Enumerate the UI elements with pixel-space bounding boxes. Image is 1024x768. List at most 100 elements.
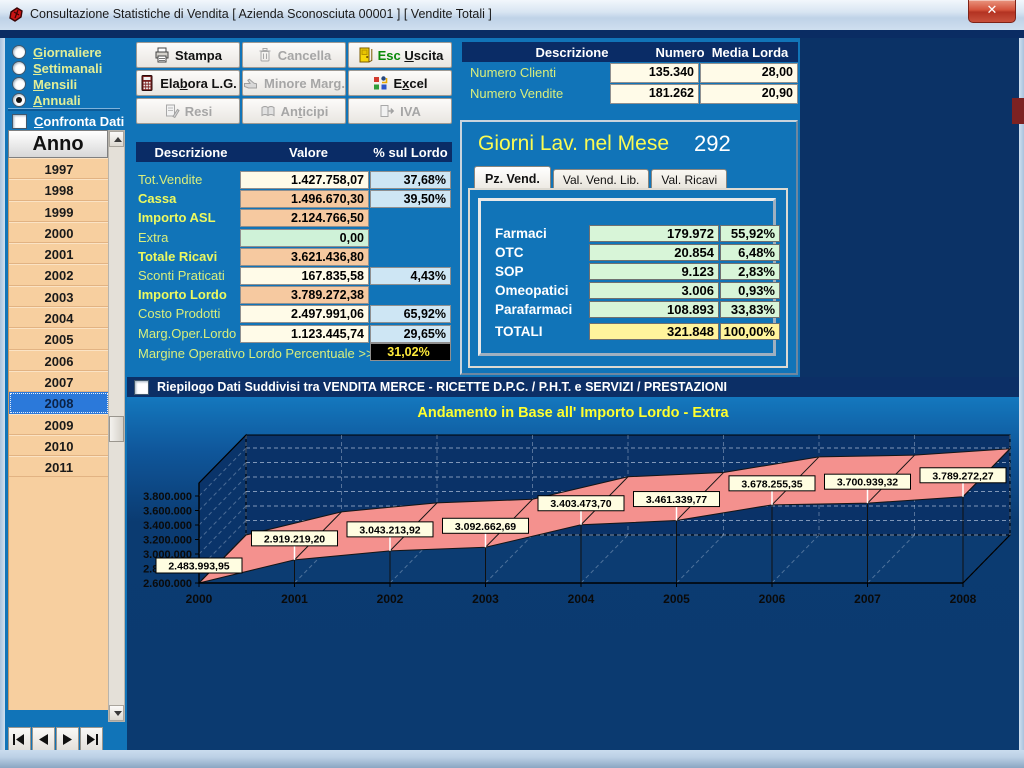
tab-pz-vend[interactable]: Pz. Vend. [474,166,551,189]
data-point-label: 2.919.219,20 [264,533,325,545]
radio-giornaliere[interactable] [12,45,26,59]
year-item-2001[interactable]: 2001 [9,243,109,264]
year-item-2002[interactable]: 2002 [9,264,109,285]
tab-val-vend-lib[interactable]: Val. Vend. Lib. [553,169,650,189]
confronta-dati-label: Confronta Dati [34,114,124,129]
record-navigation [8,727,103,752]
category-label: TOTALI [495,324,543,339]
sidebar-divider [8,108,120,111]
category-pct-cell: 100,00% [720,323,780,340]
sidebar-mode-settimanali[interactable]: Settimanali [12,60,102,76]
year-item-2004[interactable]: 2004 [9,307,109,328]
year-item-2008[interactable]: 2008 [9,392,109,413]
printer-icon [154,47,170,63]
category-label: Omeopatici [495,283,569,298]
category-qty-cell: 179.972 [589,225,719,242]
elabora-l-g-button[interactable]: Elabora L.G. [136,70,240,96]
sidebar-mode-mensili[interactable]: Mensili [12,76,77,92]
stampa-button[interactable]: Stampa [136,42,240,68]
category-pct-cell: 6,48% [720,244,780,261]
y-axis-tick-label: 3.200.000 [143,535,192,547]
year-item-2011[interactable]: 2011 [9,456,109,477]
riepilogo-checkbox[interactable] [134,380,149,395]
sidebar-mode-annuali[interactable]: Annuali [12,92,81,108]
year-item-1999[interactable]: 1999 [9,201,109,222]
book-icon [260,103,276,119]
right-filler-panel [800,38,1019,377]
nav-prev-button[interactable] [32,727,55,752]
close-button[interactable]: ✕ [968,0,1016,23]
summary-row-label: Numero Clienti [470,65,556,80]
category-qty-cell: 20.854 [589,244,719,261]
chart-title: Andamento in Base all' Importo Lordo - E… [417,405,729,421]
stats-pct-cell: 37,68% [370,171,451,189]
year-list-scrollbar[interactable] [108,130,125,722]
door-icon [357,47,373,63]
category-label: OTC [495,245,524,260]
summary-header-media-lorda: Media Lorda [702,45,798,60]
doc-arrow-icon [379,103,395,119]
category-qty-cell: 9.123 [589,263,719,280]
x-axis-year-label: 2002 [377,592,404,606]
anticipi-button: Anticipi [242,98,346,124]
stats-row-label: Extra [138,230,168,245]
category-pct-cell: 33,83% [720,301,780,318]
y-axis-tick-label: 3.800.000 [143,491,192,503]
stats-row-label: Sconti Praticati [138,268,225,283]
cancella-button: Cancella [242,42,346,68]
y-axis-tick-label: 2.600.000 [143,578,192,590]
year-list: 1997199819992000200120022003200420052006… [8,158,109,710]
excel-button[interactable]: Excel [348,70,452,96]
hand-icon [243,75,259,91]
top-divider [0,30,1024,38]
confronta-dati-checkbox[interactable] [12,114,27,129]
radio-annuali[interactable] [12,93,26,107]
data-point-label: 3.700.939,32 [837,477,898,489]
nav-last-button[interactable] [80,727,103,752]
nav-next-button[interactable] [56,727,79,752]
stats-row-label: Importo ASL [138,210,216,225]
scroll-down-button[interactable] [109,705,124,721]
year-item-2007[interactable]: 2007 [9,371,109,392]
sidebar-mode-giornaliere[interactable]: Giornaliere [12,44,102,60]
year-item-1997[interactable]: 1997 [9,158,109,179]
x-axis-year-label: 2004 [568,592,595,606]
stats-footer-label: Margine Operativo Lordo Percentuale >> [138,346,374,361]
button-label: Excel [394,76,428,91]
mode-label: Settimanali [33,61,102,76]
summary-media-cell: 20,90 [700,84,798,104]
radio-settimanali[interactable] [12,61,26,75]
nav-first-button[interactable] [8,727,31,752]
data-point-label: 2.483.993,95 [168,561,229,573]
giorni-label: Giorni Lav. nel Mese [478,132,669,156]
window-border-right [1019,38,1024,750]
scroll-thumb[interactable] [109,416,124,442]
scroll-up-button[interactable] [109,131,124,147]
button-label: Elabora L.G. [160,76,237,91]
year-item-2000[interactable]: 2000 [9,222,109,243]
category-qty-cell: 3.006 [589,282,719,299]
year-item-2005[interactable]: 2005 [9,328,109,349]
year-item-2010[interactable]: 2010 [9,435,109,456]
stats-value-cell: 1.427.758,07 [240,171,369,189]
x-axis-year-label: 2003 [472,592,499,606]
calculator-icon [139,75,155,91]
uscita-button[interactable]: Esc Uscita [348,42,452,68]
data-point-label: 3.789.272,27 [932,470,993,482]
radio-mensili[interactable] [12,77,26,91]
category-qty-cell: 321.848 [589,323,719,340]
app-window: Consultazione Statistiche di Vendita [ A… [0,0,1024,768]
year-item-2009[interactable]: 2009 [9,414,109,435]
year-item-2003[interactable]: 2003 [9,286,109,307]
category-label: Farmaci [495,226,547,241]
year-item-2006[interactable]: 2006 [9,350,109,371]
stats-row-label: Totale Ricavi [138,249,217,264]
button-label: Minore Marg. [264,76,345,91]
year-item-1998[interactable]: 1998 [9,179,109,200]
confronta-dati-checkbox-row[interactable]: Confronta Dati [12,113,124,129]
stats-row-label: Marg.Oper.Lordo [138,326,236,341]
tab-val-ricavi[interactable]: Val. Ricavi [651,169,727,189]
data-point-label: 3.043.213,92 [359,524,420,536]
summary-numero-cell: 181.262 [610,84,699,104]
stats-row-label: Tot.Vendite [138,172,202,187]
